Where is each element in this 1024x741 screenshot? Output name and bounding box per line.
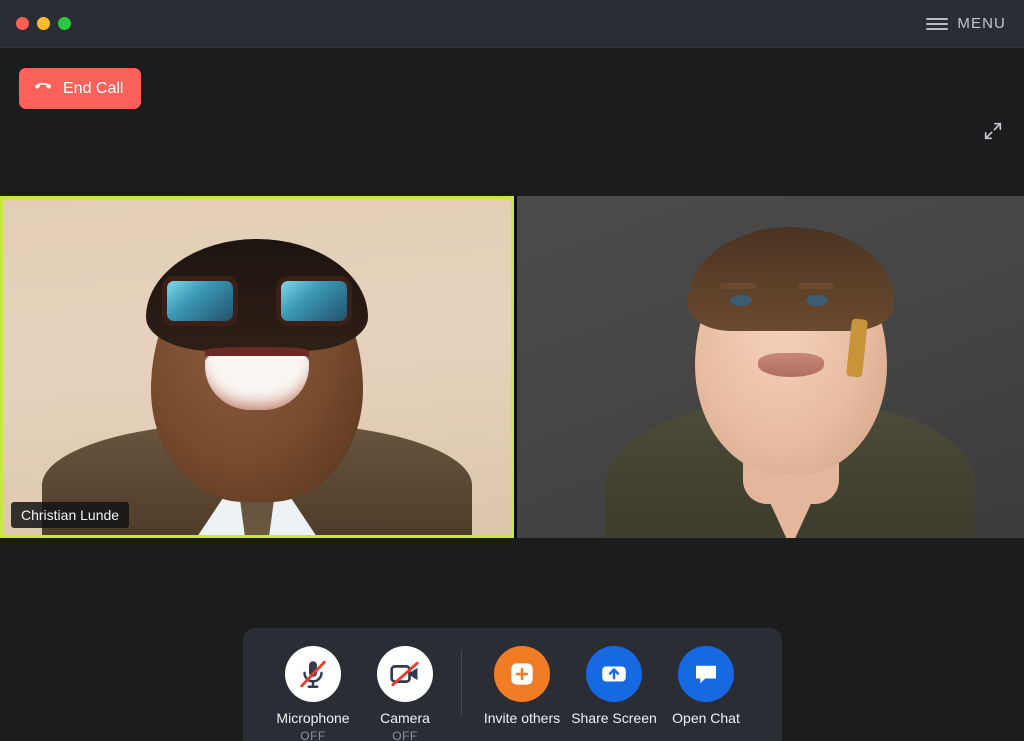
menu-label: MENU [957,15,1006,32]
chat-bubble-icon [678,646,734,702]
video-call-window: MENU End Call Christian Lunde Microphone… [0,0,1024,741]
video-feed-christian-lunde [3,199,511,535]
maximize-window-button[interactable] [58,17,71,30]
toolbar-divider [461,650,462,716]
camera-label: Camera [380,710,430,726]
microphone-muted-icon [285,646,341,702]
share-screen-up-arrow-icon [586,646,642,702]
participant-name-badge: Christian Lunde [11,502,130,528]
toolbar-item-open-chat[interactable]: Open Chat [660,646,752,726]
video-stage: Christian Lunde [0,196,1024,538]
expand-diagonal-icon [982,120,1004,147]
invite-others-label: Invite others [483,710,561,726]
microphone-state: OFF [300,729,326,741]
video-tile-active-speaker[interactable]: Christian Lunde [0,196,514,538]
video-feed-participant-2 [517,196,1024,538]
minimize-window-button[interactable] [37,17,50,30]
add-person-plus-icon [494,646,550,702]
camera-off-icon [377,646,433,702]
video-tile-participant-2[interactable] [517,196,1024,538]
toolbar-item-microphone[interactable]: Microphone OFF [267,646,359,741]
share-screen-label: Share Screen [571,710,657,726]
end-call-button[interactable]: End Call [19,68,142,109]
microphone-label: Microphone [276,710,350,726]
toolbar-item-share-screen[interactable]: Share Screen [568,646,660,726]
end-call-label: End Call [63,79,124,97]
title-bar: MENU [0,0,1024,48]
lower-panel: SHARE LINK Copy EMAIL INVITE Email [0,538,1024,741]
close-window-button[interactable] [16,17,29,30]
bottom-toolbar: Microphone OFF Camera OFF Invite others … [243,628,782,741]
toolbar-item-camera[interactable]: Camera OFF [359,646,451,741]
camera-state: OFF [392,729,418,741]
toolbar-item-invite-others[interactable]: Invite others [476,646,568,726]
expand-fullscreen-button[interactable] [976,116,1010,150]
open-chat-label: Open Chat [672,710,740,726]
phone-hangup-icon [33,76,53,101]
window-controls [16,17,71,30]
menu-button[interactable]: MENU [926,15,1006,32]
call-control-bar: End Call [0,48,1024,196]
hamburger-icon [926,17,949,30]
